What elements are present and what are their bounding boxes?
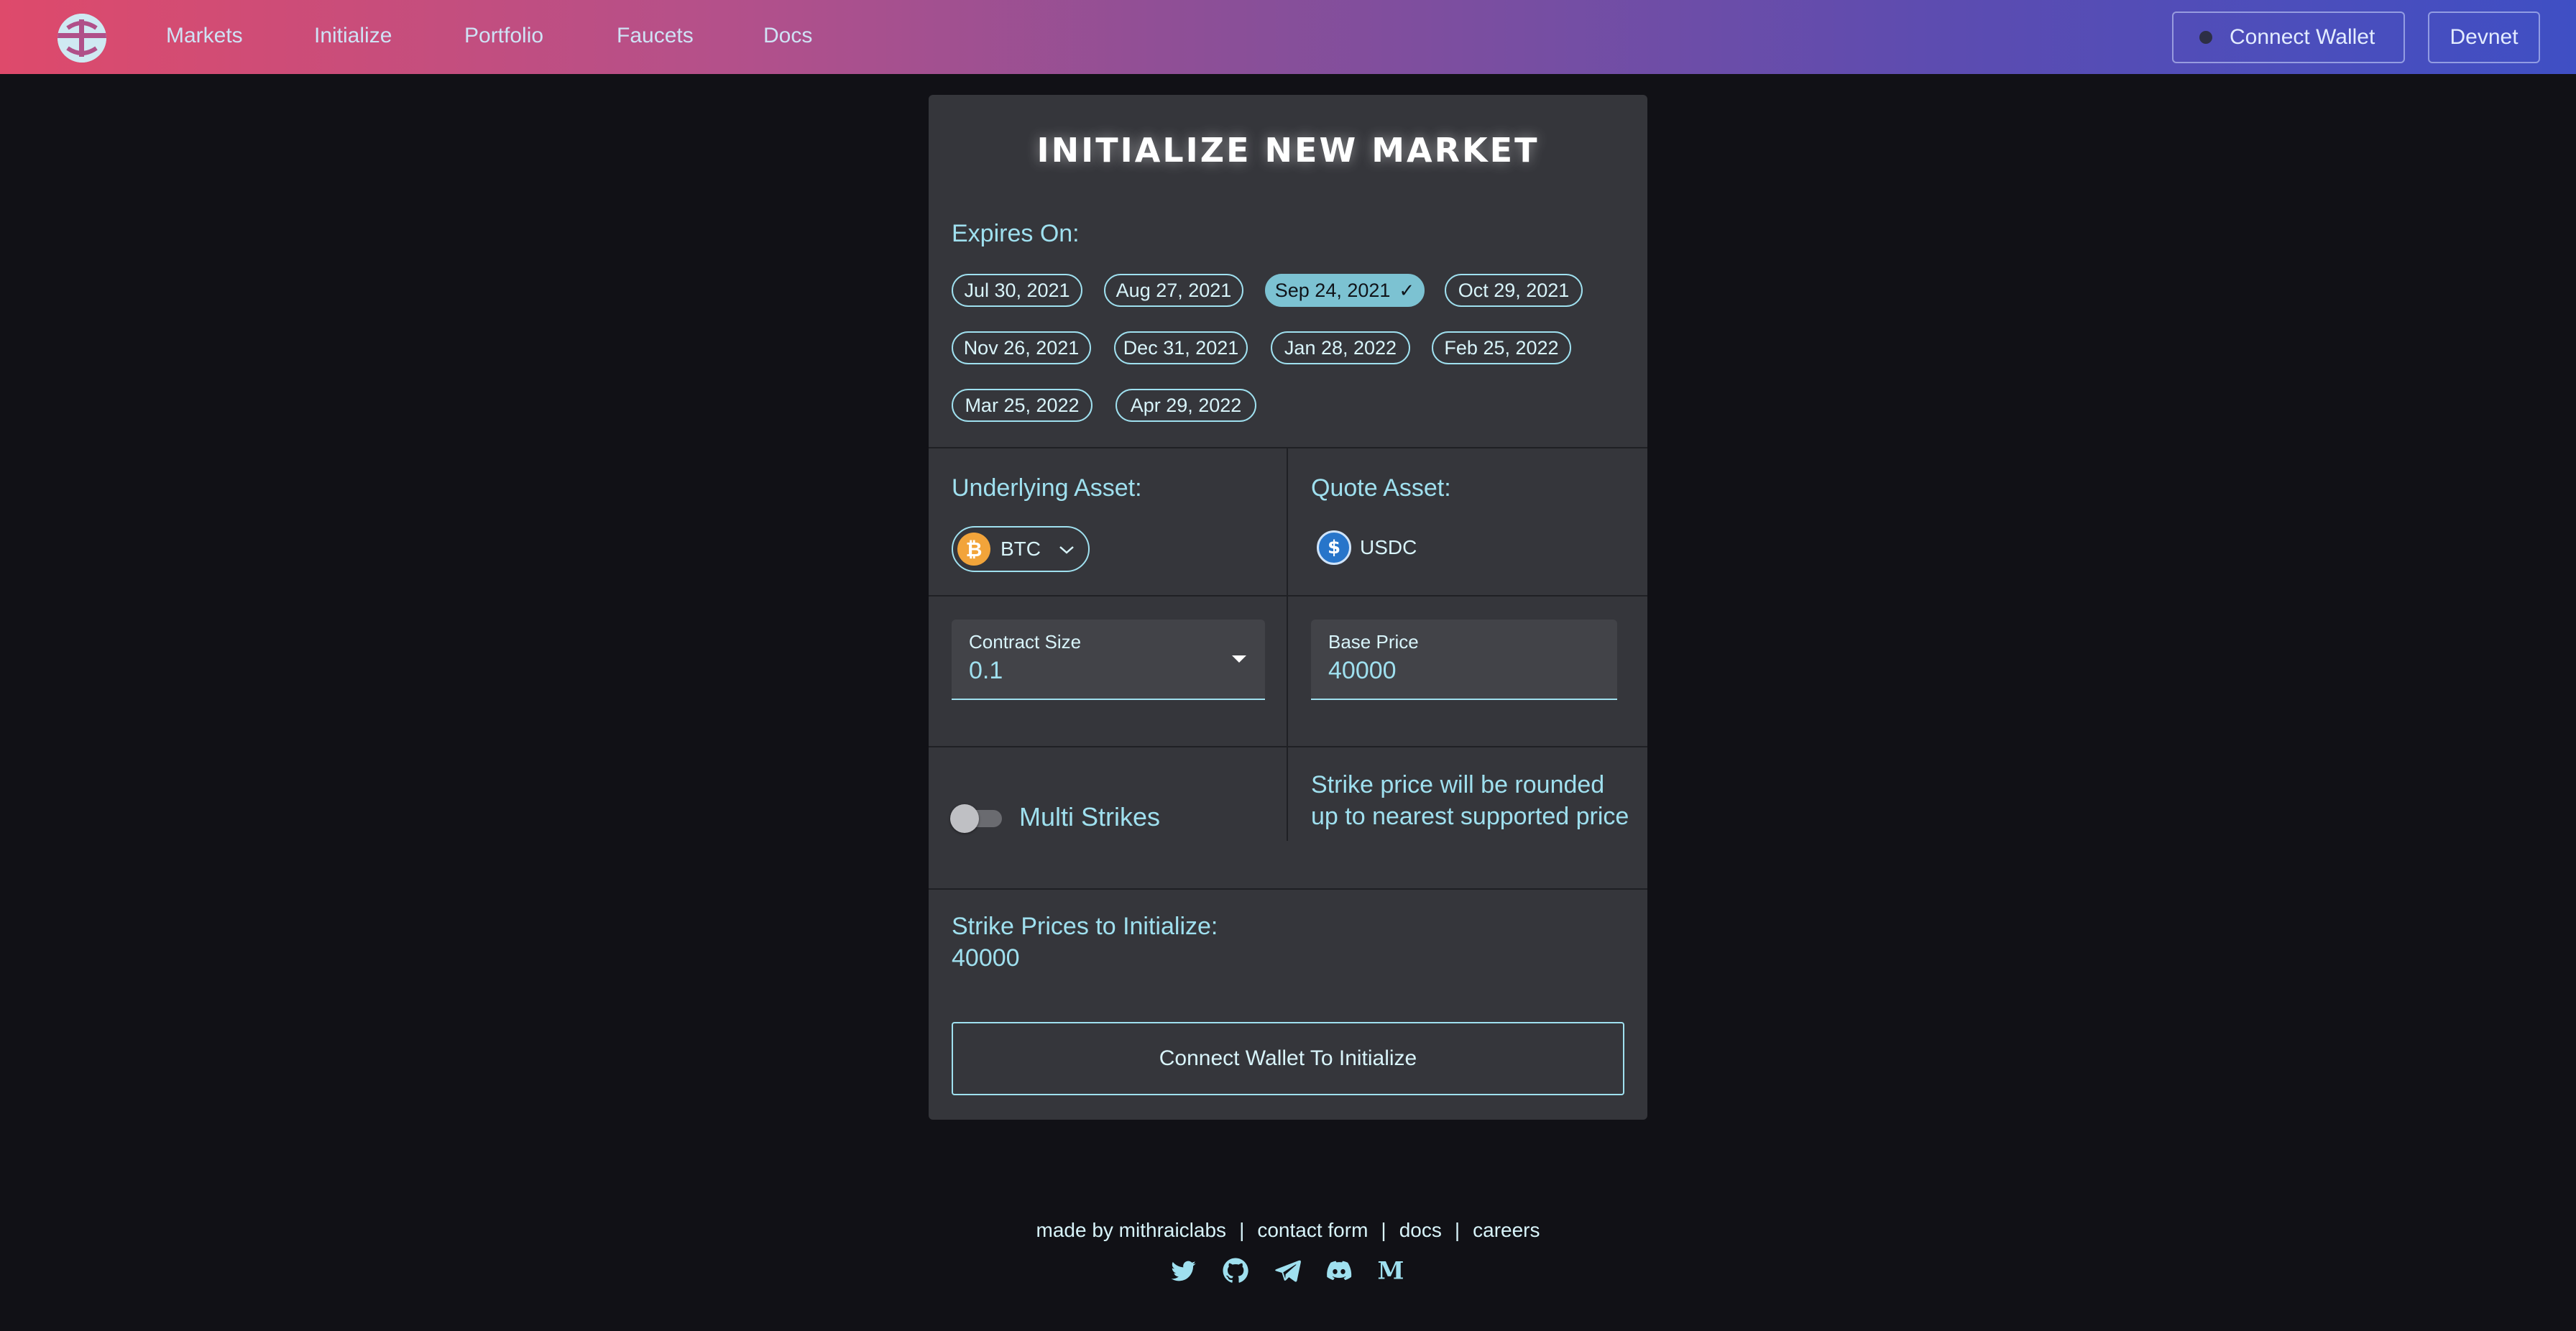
expiry-chip[interactable]: Jul 30, 2021 [952,274,1082,307]
discord-icon[interactable] [1325,1256,1353,1285]
contract-size-value: 0.1 [969,657,1003,684]
section-divider [929,447,1647,448]
expiry-chip-label: Sep 24, 2021 [1274,279,1391,301]
usdc-icon: $ [1317,530,1351,565]
underlying-asset-label: Underlying Asset: [952,474,1142,502]
quote-asset-display: $ USDC [1317,530,1417,565]
psyoptions-logo-icon[interactable] [58,14,106,63]
footer-separator: | [1454,1219,1460,1241]
bitcoin-icon: ₿ [957,533,990,566]
expiry-chip-label: Nov 26, 2021 [963,336,1080,359]
toggle-knob [950,804,979,833]
footer-separator: | [1239,1219,1245,1241]
expiry-chip[interactable]: Jan 28, 2022 [1271,331,1410,364]
contract-size-label: Contract Size [969,631,1082,653]
strike-prices-value: 40000 [952,944,1020,972]
underlying-asset-value: BTC [1000,538,1041,560]
expiry-chip[interactable]: Oct 29, 2021 [1445,274,1583,307]
column-divider [1287,447,1288,841]
initialize-market-card: INITIALIZE NEW MARKET Expires On: Jul 30… [929,95,1647,1120]
expiry-chip-label: Aug 27, 2021 [1116,279,1232,301]
svg-text:M: M [1378,1257,1404,1285]
expiry-chip[interactable]: Nov 26, 2021 [952,331,1091,364]
expiry-chip-label: Jul 30, 2021 [964,279,1070,301]
expiry-chip-label: Jan 28, 2022 [1284,336,1397,359]
wallet-status-dot-icon [2199,31,2212,44]
page-title: INITIALIZE NEW MARKET [1036,131,1540,170]
base-price-input[interactable]: Base Price 40000 [1311,620,1617,700]
connect-wallet-label: Connect Wallet [2230,25,2375,49]
medium-icon[interactable]: M [1376,1256,1405,1285]
dropdown-caret-icon [1232,655,1246,663]
expires-on-label: Expires On: [952,220,1080,247]
section-divider [929,888,1647,890]
nav-markets[interactable]: Markets [166,24,243,48]
chevron-down-icon [1058,538,1075,561]
expiry-chip[interactable]: Aug 27, 2021 [1104,274,1243,307]
expiry-chip-label: Feb 25, 2022 [1444,336,1559,359]
expiry-chip[interactable]: Feb 25, 2022 [1432,331,1571,364]
expiry-chip-label: Mar 25, 2022 [965,394,1080,416]
nav-initialize[interactable]: Initialize [314,24,392,48]
section-divider [929,746,1647,747]
strike-rounding-note: Strike price will be rounded up to neare… [1311,771,1629,830]
footer-separator: | [1381,1219,1386,1241]
expiry-chip[interactable]: Mar 25, 2022 [952,389,1092,422]
connect-wallet-button[interactable]: Connect Wallet [2172,11,2405,63]
made-by-link[interactable]: made by mithraiclabs [1036,1219,1227,1242]
footer-links: made by mithraiclabs | contact form | do… [0,1219,2576,1242]
expiry-chip[interactable]: Dec 31, 2021 [1114,331,1248,364]
expiry-chip-label: Oct 29, 2021 [1458,279,1570,301]
strike-prices-label: Strike Prices to Initialize: [952,913,1218,940]
quote-asset-label: Quote Asset: [1311,474,1451,502]
docs-link[interactable]: docs [1399,1219,1442,1242]
expiry-chip-label: Apr 29, 2022 [1130,394,1242,416]
section-divider [929,595,1647,597]
careers-link[interactable]: careers [1473,1219,1540,1242]
nav-docs[interactable]: Docs [763,24,812,48]
expiry-chip-selected[interactable]: Sep 24, 2021 ✓ [1265,274,1425,307]
multi-strikes-label: Multi Strikes [1019,802,1161,832]
contact-form-link[interactable]: contact form [1257,1219,1368,1242]
nav-faucets[interactable]: Faucets [617,24,694,48]
github-icon[interactable] [1221,1256,1250,1285]
twitter-icon[interactable] [1169,1256,1198,1285]
network-selector-button[interactable]: Devnet [2428,11,2540,63]
contract-size-select[interactable]: Contract Size 0.1 [952,620,1265,700]
base-price-value: 40000 [1328,657,1397,684]
top-navigation-bar: Markets Initialize Portfolio Faucets Doc… [0,0,2576,74]
nav-portfolio[interactable]: Portfolio [464,24,543,48]
underlying-asset-select[interactable]: ₿ BTC [952,526,1090,572]
connect-wallet-to-initialize-button[interactable]: Connect Wallet To Initialize [952,1022,1624,1095]
base-price-label: Base Price [1328,631,1419,653]
quote-asset-value: USDC [1360,536,1417,558]
expiry-chip-label: Dec 31, 2021 [1123,336,1239,359]
telegram-icon[interactable] [1273,1256,1302,1285]
expiry-chip[interactable]: Apr 29, 2022 [1116,389,1256,422]
check-icon: ✓ [1399,279,1415,301]
multi-strikes-toggle[interactable] [950,803,1003,834]
